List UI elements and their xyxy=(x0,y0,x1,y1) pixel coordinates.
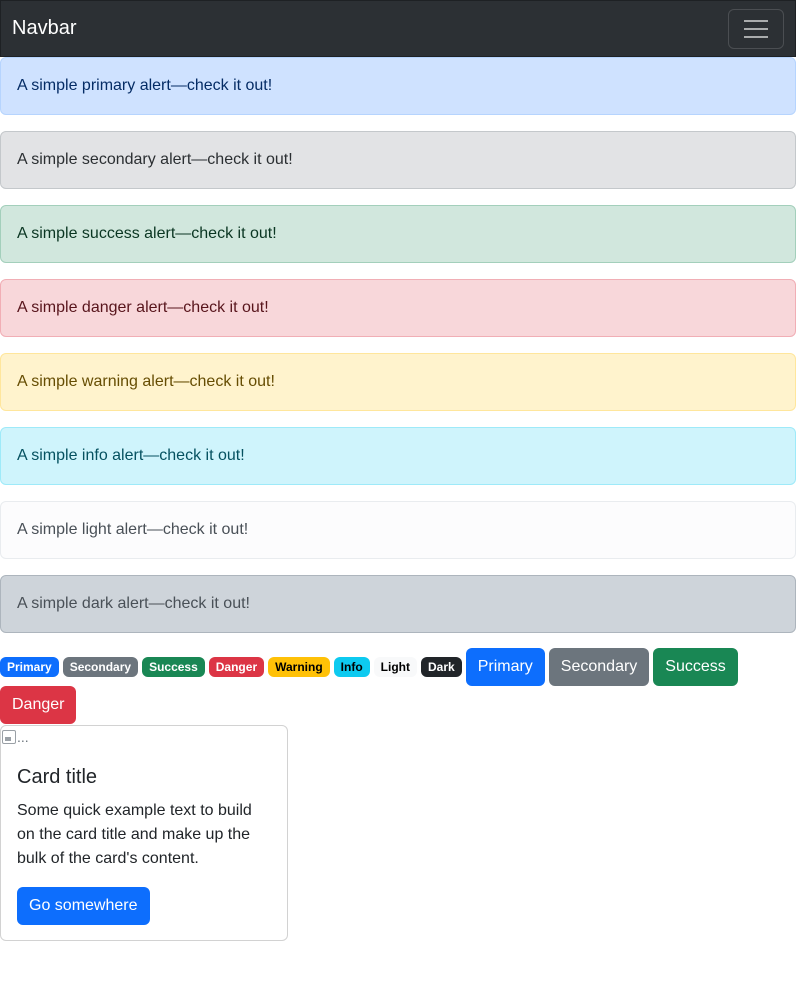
badge-light: Light xyxy=(373,657,417,677)
alert-secondary: A simple secondary alert—check it out! xyxy=(0,131,796,189)
card-image-alt: ... xyxy=(17,729,29,745)
alerts-list: A simple primary alert—check it out! A s… xyxy=(0,57,796,633)
go-somewhere-button[interactable]: Go somewhere xyxy=(17,887,150,925)
navbar: Navbar xyxy=(0,0,796,57)
alert-danger: A simple danger alert—check it out! xyxy=(0,279,796,337)
badge-dark: Dark xyxy=(421,657,462,677)
card: ... Card title Some quick example text t… xyxy=(0,725,288,941)
card-body: Card title Some quick example text to bu… xyxy=(1,748,287,940)
broken-image-icon xyxy=(2,730,16,744)
badge-warning: Warning xyxy=(268,657,330,677)
alert-primary: A simple primary alert—check it out! xyxy=(0,57,796,115)
badges-and-buttons-row: Primary Secondary Success Danger Warning… xyxy=(0,648,796,724)
alert-light: A simple light alert—check it out! xyxy=(0,501,796,559)
card-image: ... xyxy=(1,726,287,748)
alert-info: A simple info alert—check it out! xyxy=(0,427,796,485)
navbar-brand[interactable]: Navbar xyxy=(12,17,76,40)
navbar-toggler-button[interactable] xyxy=(728,8,784,49)
badge-primary: Primary xyxy=(0,657,59,677)
secondary-button[interactable]: Secondary xyxy=(548,648,650,686)
badge-success: Success xyxy=(142,657,205,677)
danger-button[interactable]: Danger xyxy=(0,686,77,724)
success-button[interactable]: Success xyxy=(653,648,738,686)
card-title: Card title xyxy=(17,766,98,788)
alert-warning: A simple warning alert—check it out! xyxy=(0,353,796,411)
badge-info: Info xyxy=(333,657,370,677)
alert-success: A simple success alert—check it out! xyxy=(0,205,796,263)
badge-danger: Danger xyxy=(208,657,265,677)
hamburger-icon xyxy=(744,19,768,22)
badge-secondary: Secondary xyxy=(62,657,139,677)
card-text: Some quick example text to build on the … xyxy=(17,802,252,867)
primary-button[interactable]: Primary xyxy=(465,648,545,686)
alert-dark: A simple dark alert—check it out! xyxy=(0,575,796,633)
